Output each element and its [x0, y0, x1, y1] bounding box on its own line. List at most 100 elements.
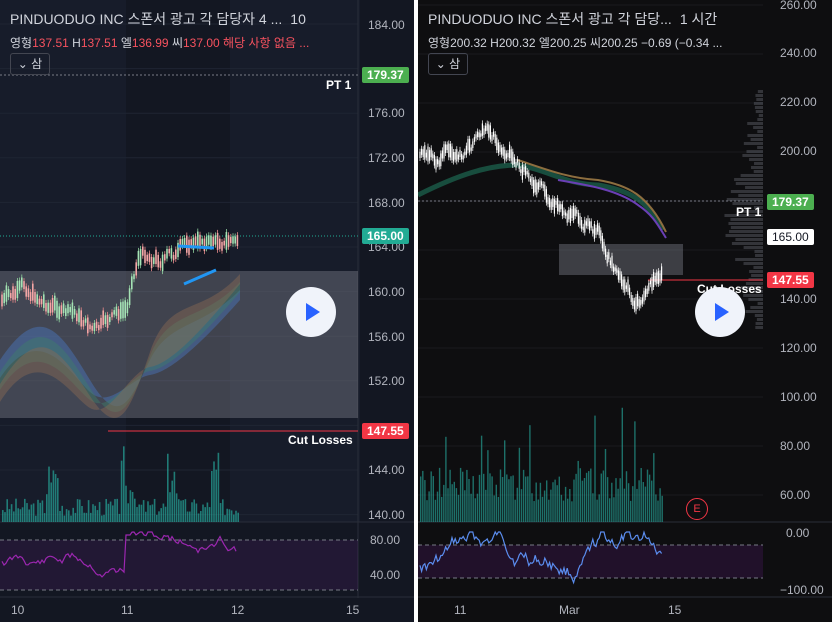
volume-bar [445, 436, 447, 522]
volume-profile [735, 182, 763, 185]
candle [641, 297, 643, 304]
candle [475, 134, 477, 139]
candle [617, 270, 619, 280]
candle [214, 235, 217, 245]
right-play-button[interactable] [695, 287, 745, 337]
candle [541, 181, 543, 186]
volume-profile [725, 234, 763, 237]
candle [102, 310, 104, 326]
close-value: 200.25 [601, 36, 638, 50]
candle [481, 123, 483, 136]
candle [164, 254, 166, 261]
candle [520, 169, 522, 173]
left-chart-canvas[interactable] [0, 0, 414, 622]
candle [549, 198, 551, 208]
volume-bar [147, 501, 149, 522]
volume-bar [548, 499, 550, 522]
candle [227, 235, 230, 247]
candle [470, 147, 472, 151]
right-chart-canvas[interactable] [418, 0, 832, 622]
volume-bar [426, 500, 428, 522]
candle [60, 305, 63, 314]
candle [469, 138, 471, 153]
volume-bar [571, 501, 573, 522]
volume-bar [627, 483, 630, 522]
volume-profile [749, 270, 763, 273]
candle [14, 288, 16, 300]
candle [40, 298, 43, 305]
left-timeframe[interactable]: 10 [290, 11, 306, 27]
candle [100, 317, 102, 329]
open-label: 영형 [428, 36, 451, 50]
rsi-tick: 80.00 [370, 533, 401, 547]
volume-bar [508, 479, 510, 522]
candle [611, 255, 613, 269]
volume-bar [564, 486, 567, 522]
left-symbol-title[interactable]: PINDUODUO INC 스폰서 광고 각 담당자 4 ... [10, 11, 282, 27]
candle [451, 146, 453, 161]
volume-profile [745, 186, 763, 189]
volume-bar [430, 471, 432, 522]
price-tick: 140.00 [780, 292, 817, 306]
rsi-band [0, 540, 358, 590]
candle [430, 148, 432, 158]
volume-bar [546, 480, 548, 522]
candle [29, 292, 32, 302]
volume-bar [447, 488, 449, 522]
volume-bar [26, 503, 28, 522]
volume-bar [581, 480, 584, 522]
candle [592, 229, 594, 234]
volume-profile [755, 322, 763, 325]
candle [661, 266, 663, 281]
volume-profile [753, 170, 763, 173]
volume-bar [213, 461, 215, 522]
volume-profile [734, 178, 763, 181]
candle [18, 280, 21, 291]
volume-bar [96, 510, 99, 522]
volume-bar [625, 471, 628, 522]
candle [155, 249, 157, 265]
candle [534, 179, 536, 193]
candle [115, 306, 118, 316]
volume-bar [441, 496, 443, 522]
right-symbol-title[interactable]: PINDUODUO INC 스폰서 광고 각 담당... [428, 11, 672, 27]
volume-bar [233, 514, 235, 522]
volume-bar [501, 477, 504, 522]
right-timeframe[interactable]: 1 시간 [680, 11, 717, 27]
right-ohlc-legend: 영형200.32 H200.32 엘200.25 씨200.25 −0.69 (… [428, 34, 722, 51]
candle [654, 275, 656, 283]
volume-bar [480, 435, 483, 522]
left-collapse-button[interactable]: ⌄ 삼 [10, 53, 50, 75]
right-chart-panel[interactable]: PINDUODUO INC 스폰서 광고 각 담당... 1 시간 영형 200.3… [418, 0, 832, 622]
earnings-marker[interactable]: E [686, 498, 708, 520]
volume-bar [156, 514, 158, 522]
candle [605, 248, 607, 257]
volume-profile [751, 274, 763, 277]
candle [1, 294, 3, 307]
volume-bar [224, 515, 226, 522]
high-value: 200.32 [498, 36, 536, 50]
candle [561, 204, 563, 217]
candle [438, 160, 440, 167]
earnings-marker-label: E [693, 503, 701, 515]
volume-bar [92, 504, 94, 522]
candle [223, 240, 225, 246]
high-label: H [72, 36, 81, 50]
candle [536, 182, 538, 195]
volume-profile [740, 174, 763, 177]
candle [547, 197, 549, 205]
volume-bar [57, 478, 59, 522]
play-icon [715, 303, 729, 321]
candle [210, 235, 212, 247]
candle [67, 304, 69, 314]
left-play-button[interactable] [286, 287, 336, 337]
candle [441, 150, 443, 159]
candle [170, 248, 173, 259]
candle [584, 219, 586, 233]
right-collapse-button[interactable]: ⌄ 삼 [428, 53, 468, 75]
volume-bar [195, 503, 198, 522]
left-chart-panel[interactable]: PINDUODUO INC 스폰서 광고 각 담당자 4 ... 10 영형137… [0, 0, 414, 622]
volume-bar [109, 501, 112, 522]
osc-tick: −100.00 [780, 583, 824, 597]
candle [651, 277, 653, 291]
